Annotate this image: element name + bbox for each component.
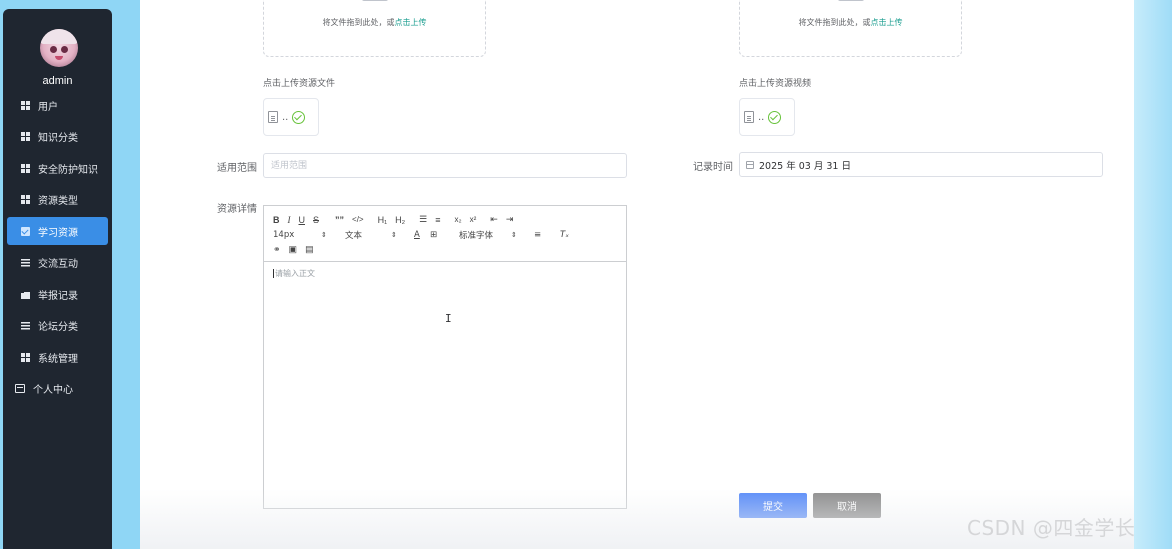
- scope-label: 适用范围: [217, 163, 257, 174]
- file-dropzone[interactable]: 将文件拖到此处，或点击上传: [263, 0, 486, 57]
- clear-format-button[interactable]: Tₓ: [560, 230, 569, 240]
- sidebar-item-label: 学习资源: [38, 227, 78, 239]
- page-background-right: [1134, 0, 1172, 549]
- scope-input[interactable]: [263, 153, 627, 178]
- sidebar-item-profile[interactable]: 个人中心: [7, 375, 108, 403]
- sidebar-item-learning-resources[interactable]: 学习资源: [7, 217, 108, 245]
- sidebar-item-label: 系统管理: [38, 353, 78, 365]
- username: admin: [42, 75, 73, 87]
- success-check-icon: [768, 110, 782, 124]
- card-icon: [15, 384, 25, 393]
- video-upload-label: 点击上传资源视频: [739, 79, 812, 89]
- editor-placeholder: 请输入正文: [275, 269, 315, 278]
- main-panel: 将文件拖到此处，或点击上传 点击上传资源文件 .. 将文件拖到此处，或点击上传 …: [140, 0, 1134, 549]
- dropzone-text: 将文件拖到此处，或点击上传: [322, 18, 427, 27]
- bold-button[interactable]: B: [273, 215, 280, 225]
- blockquote-button[interactable]: ””: [335, 215, 344, 225]
- thumb-icon: [21, 289, 30, 299]
- sidebar-item-label: 个人中心: [33, 385, 73, 396]
- upload-icon: [362, 0, 388, 1]
- code-block-button[interactable]: </>: [352, 215, 364, 224]
- sidebar-item-label: 交流互动: [38, 259, 78, 270]
- font-family-caret-icon: ⇕: [511, 230, 517, 239]
- text-style-select[interactable]: 文本: [345, 229, 362, 241]
- bullet-list-button[interactable]: ≡: [435, 215, 440, 225]
- link-button[interactable]: ⚭: [273, 244, 281, 255]
- watermark: CSDN @四金学长: [967, 516, 1136, 540]
- sidebar-item-label: 举报记录: [38, 290, 78, 302]
- sidebar-item-label: 知识分类: [38, 133, 78, 144]
- avatar[interactable]: [40, 29, 78, 67]
- submit-button[interactable]: 提交: [739, 493, 807, 518]
- menu-lines-icon: [21, 321, 30, 330]
- sidebar-item-label: 资源类型: [38, 196, 78, 207]
- underline-button[interactable]: U: [299, 215, 306, 225]
- upload-link[interactable]: 点击上传: [871, 18, 903, 27]
- superscript-button[interactable]: x²: [470, 215, 477, 224]
- record-time-value: 2025 年 03 月 31 日: [759, 160, 851, 172]
- sidebar-item-label: 论坛分类: [38, 322, 78, 333]
- calendar-icon: [746, 160, 754, 169]
- video-button[interactable]: ▤: [305, 244, 314, 255]
- success-check-icon: [292, 110, 306, 124]
- record-time-label: 记录时间: [693, 162, 733, 173]
- heading1-button[interactable]: H₁: [378, 215, 388, 225]
- ordered-list-button[interactable]: ☰: [419, 214, 427, 225]
- grid-icon: [21, 132, 30, 141]
- sidebar-item-resource-type[interactable]: 资源类型: [7, 186, 108, 214]
- indent-button[interactable]: ⇥: [506, 214, 514, 225]
- uploaded-video-card[interactable]: ..: [739, 98, 795, 136]
- document-icon: [268, 111, 278, 123]
- text-cursor: [273, 269, 274, 278]
- details-label: 资源详情: [217, 204, 257, 215]
- file-name: ..: [282, 111, 289, 123]
- sidebar-item-users[interactable]: 用户: [7, 91, 108, 119]
- ibeam-cursor-icon: I: [445, 312, 452, 325]
- font-size-caret-icon: ⇕: [321, 230, 327, 239]
- sidebar: admin 用户 知识分类 安全防护知识 资源类型 学习资源 交流互动 举报记录…: [3, 9, 112, 549]
- heading2-button[interactable]: H₂: [395, 215, 405, 225]
- sidebar-item-interaction[interactable]: 交流互动: [7, 249, 108, 277]
- sidebar-item-reports[interactable]: 举报记录: [7, 280, 108, 308]
- sidebar-item-label: 安全防护知识: [38, 164, 98, 176]
- sidebar-item-label: 用户: [38, 101, 58, 113]
- grid-icon: [21, 352, 30, 362]
- outdent-button[interactable]: ⇤: [490, 214, 498, 225]
- upload-link[interactable]: 点击上传: [395, 18, 427, 27]
- grid-icon: [21, 163, 30, 173]
- subscript-button[interactable]: x₂: [454, 215, 461, 224]
- rich-text-editor[interactable]: B I U S ”” </> H₁ H₂ ☰ ≡ x₂ x² ⇤ ⇥ 14px …: [263, 205, 627, 509]
- record-time-picker[interactable]: 2025 年 03 月 31 日: [739, 152, 1103, 177]
- text-style-caret-icon: ⇕: [391, 230, 397, 239]
- font-family-select[interactable]: 标准字体: [459, 229, 493, 241]
- sidebar-item-forum-category[interactable]: 论坛分类: [7, 312, 108, 340]
- sidebar-item-system[interactable]: 系统管理: [7, 343, 108, 371]
- dropzone-text: 将文件拖到此处，或点击上传: [798, 18, 903, 27]
- video-dropzone[interactable]: 将文件拖到此处，或点击上传: [739, 0, 962, 57]
- image-button[interactable]: ▣: [289, 244, 298, 255]
- font-color-button[interactable]: A: [414, 230, 420, 240]
- grid-icon: [21, 100, 30, 110]
- strikethrough-button[interactable]: S: [313, 215, 319, 225]
- grid-icon: [21, 195, 30, 204]
- document-icon: [744, 111, 754, 123]
- editor-toolbar: B I U S ”” </> H₁ H₂ ☰ ≡ x₂ x² ⇤ ⇥ 14px …: [264, 206, 626, 262]
- cancel-button[interactable]: 取消: [813, 493, 881, 518]
- sidebar-menu: 用户 知识分类 安全防护知识 资源类型 学习资源 交流互动 举报记录 论坛分类 …: [7, 91, 108, 406]
- background-color-button[interactable]: ⊞: [430, 230, 437, 240]
- uploaded-file-card[interactable]: ..: [263, 98, 319, 136]
- upload-icon: [838, 0, 864, 1]
- check-square-icon: [21, 226, 30, 236]
- font-size-select[interactable]: 14px: [273, 230, 294, 240]
- editor-content[interactable]: 请输入正文 I: [264, 262, 626, 508]
- align-button[interactable]: ≡: [534, 230, 541, 240]
- menu-lines-icon: [21, 258, 30, 267]
- sidebar-item-security-knowledge[interactable]: 安全防护知识: [7, 154, 108, 182]
- sidebar-item-knowledge-category[interactable]: 知识分类: [7, 123, 108, 151]
- file-name: ..: [758, 111, 765, 123]
- italic-button[interactable]: I: [288, 215, 291, 225]
- file-upload-label: 点击上传资源文件: [263, 79, 336, 89]
